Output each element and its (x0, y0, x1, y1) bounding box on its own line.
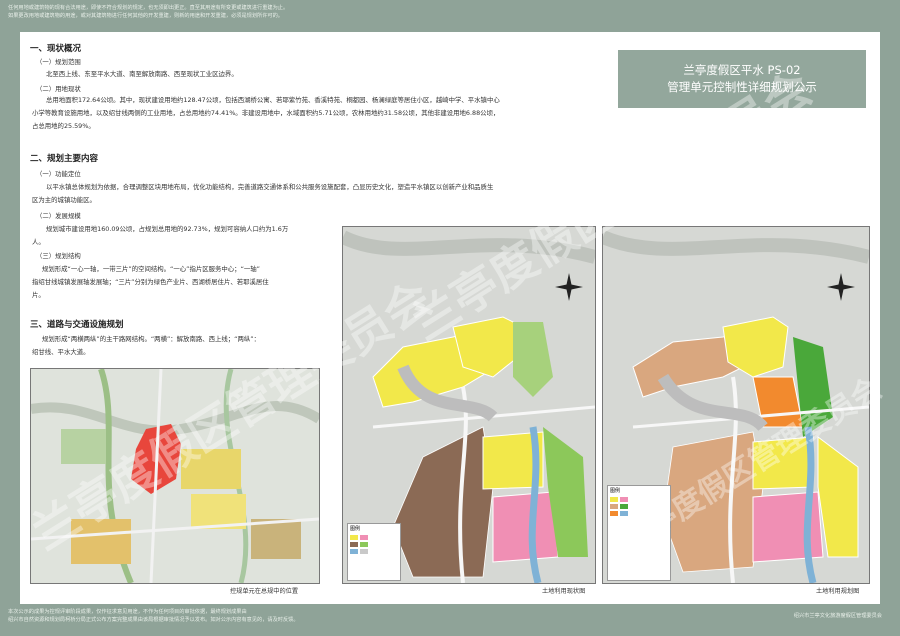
planned-landuse-map: 图例 (602, 226, 870, 584)
legend-swatch-commercial (360, 535, 368, 540)
current-map-legend: 图例 (347, 523, 401, 581)
legend-swatch-green (360, 542, 368, 547)
section-3-title: 三、道路与交通设施规划 (30, 320, 124, 330)
section-2-sub-2: （二）发展规模 (36, 212, 81, 220)
legend-swatch-public (610, 511, 618, 516)
section-2-para-3a: 规划形成“一心一轴，一带三片”的空间结构。“一心”指片区服务中心；“一轴” (42, 265, 260, 273)
current-landuse-map: 图例 (342, 226, 596, 584)
section-2-sub-1: （一）功能定位 (36, 170, 81, 178)
announcement-title-box: 兰亭度假区平水 PS-02 管理单元控制性详细规划公示 (618, 50, 866, 108)
section-3-para-1a: 规划形成“两横两纵”的主干路网结构。“两横”：解放南路、西上线；“两纵”： (42, 335, 260, 343)
legend-swatches (348, 533, 400, 556)
section-2-para-2a: 规划城市建设用地160.09公顷，占规划总用地的92.73%，规划可容纳人口约为… (46, 225, 289, 233)
section-1-para-2c: 占总用地的25.59%。 (32, 122, 95, 130)
bottom-notice-line: 本次公示的成果为控规评审阶段成果，仅作征求意见用途，不作为任何项目的审批依据，最… (8, 609, 247, 615)
top-notice-line: 任何用地或建筑物的现有合法用途，即使不符合规划的规定，也无须即出更正。直至其用途… (8, 5, 289, 11)
title-line-2: 管理单元控制性详细规划公示 (667, 80, 817, 94)
section-2-para-2b: 人。 (32, 238, 45, 246)
legend-swatch-commercial (620, 497, 628, 502)
section-2-sub-3: （三）规划结构 (36, 252, 81, 260)
section-2-para-3c: 片。 (32, 291, 45, 299)
location-map-caption: 控规单元在总规中的位置 (230, 588, 299, 595)
legend-swatch-other (360, 549, 368, 554)
legend-swatch-water (620, 511, 628, 516)
issuer-name: 绍兴市兰亭文化旅游度假区管理委员会 (793, 613, 882, 619)
section-1-title: 一、现状概况 (30, 44, 82, 54)
legend-swatch-green (620, 504, 628, 509)
planned-map-caption: 土地利用规划图 (816, 588, 860, 595)
section-1-sub-2: （二）用地现状 (36, 85, 81, 93)
section-1-para-1: 北至西上线、东至平水大道、南至解放南路、西至现状工业区边界。 (46, 70, 238, 78)
legend-title: 图例 (350, 526, 361, 532)
legend-swatch-residential (350, 535, 358, 540)
legend-swatches (608, 495, 670, 518)
section-2-title: 二、规划主要内容 (30, 154, 99, 164)
document-sheet: 一、现状概况 （一）规划范围 北至西上线、东至平水大道、南至解放南路、西至现状工… (20, 32, 880, 604)
title-line-1: 兰亭度假区平水 PS-02 (683, 63, 801, 77)
legend-swatch-residential (610, 497, 618, 502)
bottom-notice-line: 绍兴市自然资源和规划局柯桥分局正式公布方案完整成果由该局根据审批情况予以发布。如… (8, 617, 299, 623)
bottom-notice: 本次公示的成果为控规评审阶段成果，仅作征求意见用途，不作为任何项目的审批依据，最… (8, 608, 528, 624)
top-notice-line: 如果更改用地或建筑物的用途，或对其建筑物进行任何其他的开发重建，则新的用途和开发… (8, 13, 283, 19)
section-2-para-1a: 以平水镇总体规划为依据，合理调整区块用地布局，优化功能结构，完善道路交通体系和公… (46, 183, 494, 191)
location-map (30, 368, 320, 584)
legend-swatch-industrial (610, 504, 618, 509)
legend-swatch-industrial (350, 542, 358, 547)
current-map-caption: 土地利用现状图 (542, 588, 586, 595)
section-3-para-1b: 绍甘线、平水大道。 (32, 348, 90, 356)
section-1-sub-1: （一）规划范围 (36, 58, 81, 66)
planned-map-legend: 图例 (607, 485, 671, 581)
section-1-para-2a: 总用地面积172.64公顷。其中，现状建设用地约128.47公顷，包括西湖桥公寓… (46, 96, 500, 104)
section-2-para-3b: 指绍甘线城镇发展轴发展轴；“三片”分别为绿色产业片、西湖桥居住片、若耶溪居住 (32, 278, 269, 286)
section-2-para-1b: 区为主的城镇功能区。 (32, 196, 96, 204)
legend-swatch-water (350, 549, 358, 554)
legend-title: 图例 (610, 488, 621, 494)
top-notice: 任何用地或建筑物的现有合法用途，即使不符合规划的规定，也无须即出更正。直至其用途… (8, 4, 568, 20)
location-map-graphic (31, 369, 319, 583)
section-1-para-2b: 小学等教育设施用地，以及绍甘线两侧的工业用地，占总用地约74.41%。非建设用地… (32, 109, 500, 117)
